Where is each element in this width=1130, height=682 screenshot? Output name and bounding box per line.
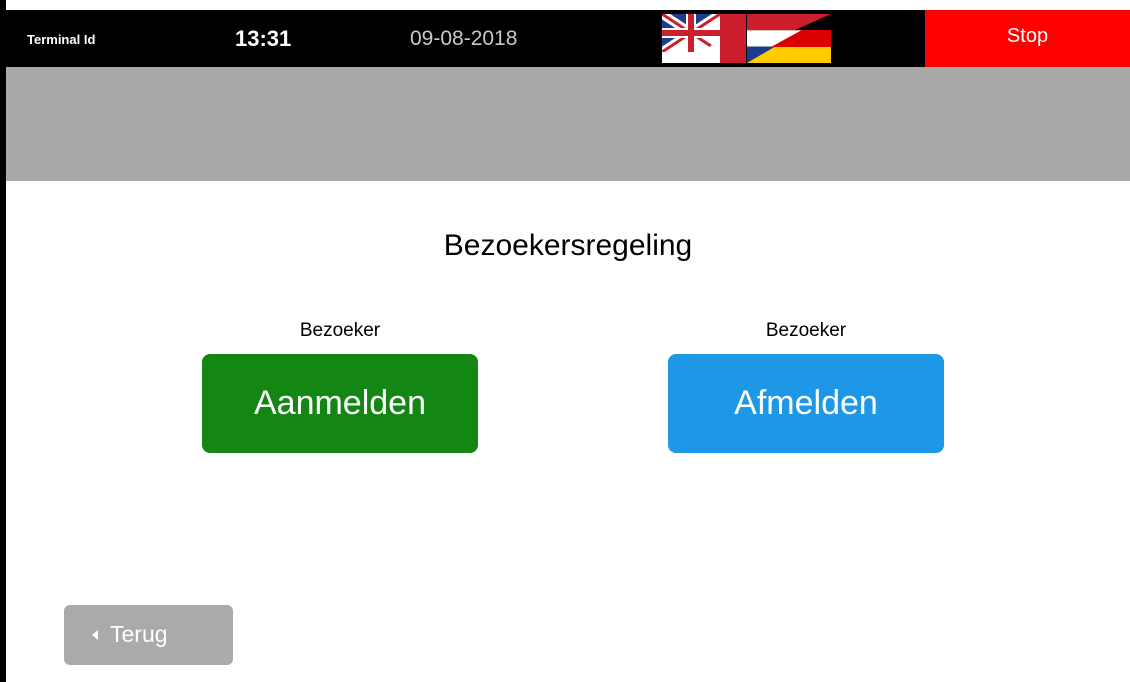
check-in-group: Bezoeker Aanmelden (202, 318, 478, 453)
banner-bar (6, 67, 1130, 181)
check-out-button[interactable]: Afmelden (668, 354, 944, 453)
stop-button[interactable]: Stop (925, 10, 1130, 67)
kiosk-screen: Terminal Id 13:31 09-08-2018 Stop Bezoek… (0, 0, 1130, 682)
top-status-bar: Terminal Id 13:31 09-08-2018 Stop (6, 10, 1130, 67)
english-flag-icon[interactable] (662, 14, 746, 63)
chevron-left-icon (92, 630, 98, 640)
back-button[interactable]: Terug (64, 605, 233, 665)
terminal-id-label: Terminal Id (27, 32, 96, 47)
check-out-group: Bezoeker Afmelden (668, 318, 944, 453)
date: 09-08-2018 (410, 27, 518, 50)
dutch-german-flag-icon[interactable] (747, 14, 831, 63)
check-out-caption: Bezoeker (765, 320, 847, 341)
page-title: Bezoekersregeling (443, 229, 693, 262)
clock: 13:31 (235, 26, 292, 51)
check-in-button[interactable]: Aanmelden (202, 354, 478, 453)
check-in-caption: Bezoeker (299, 320, 381, 341)
back-button-label: Terug (110, 621, 168, 647)
